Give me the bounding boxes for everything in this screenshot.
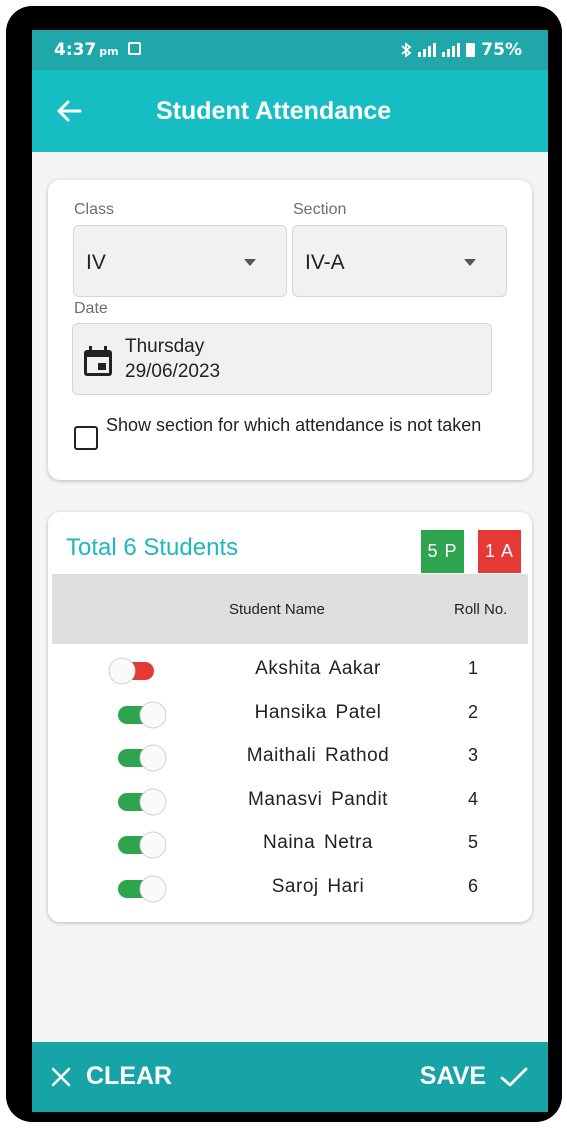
date-label: Date <box>74 300 108 317</box>
student-name: Maithali Rathod <box>246 745 390 766</box>
phone-screen: 4:37 pm 75% Student Attendance Class Sect… <box>32 30 548 1112</box>
battery-icon <box>466 43 476 57</box>
table-row: Maithali Rathod 3 <box>48 735 532 778</box>
roll-number: 4 <box>467 788 478 809</box>
section-dropdown[interactable]: IV-A <box>292 225 507 297</box>
header-roll-no: Roll No. <box>454 601 508 618</box>
chevron-down-icon <box>244 259 256 266</box>
calendar-icon <box>84 346 112 376</box>
table-row: Hansika Patel 2 <box>48 692 532 735</box>
signal-icon <box>418 43 437 57</box>
date-picker[interactable]: Thursday 29/06/2023 <box>72 323 492 395</box>
app-bar: Student Attendance <box>32 70 548 152</box>
class-label: Class <box>74 201 115 218</box>
battery-percent: 75% <box>481 40 522 60</box>
save-label: SAVE <box>419 1062 486 1090</box>
check-icon <box>500 1067 528 1086</box>
save-button[interactable]: SAVE <box>420 1062 528 1091</box>
student-name: Naina Netra <box>263 832 373 853</box>
signal-icon-2 <box>442 43 461 57</box>
students-card: Total 6 Students 5 P 1 A Student Name Ro… <box>48 512 532 922</box>
table-row: Akshita Aakar 1 <box>48 648 532 691</box>
student-name: Hansika Patel <box>254 701 382 723</box>
section-label: Section <box>293 201 347 218</box>
filter-card: Class Section IV IV-A Date Thursday 29/0… <box>48 180 532 480</box>
roll-number: 2 <box>467 701 478 722</box>
class-value: IV <box>86 251 106 274</box>
class-dropdown[interactable]: IV <box>73 225 287 297</box>
status-bar: 4:37 pm 75% <box>32 30 548 70</box>
present-count-badge: 5 P <box>421 530 464 573</box>
absent-count-badge: 1 A <box>478 530 521 573</box>
status-right: 75% <box>400 40 522 60</box>
roll-number: 3 <box>467 745 478 765</box>
table-row: Naina Netra 5 <box>48 822 532 865</box>
status-time: 4:37 pm <box>54 40 119 60</box>
table-row: Manasvi Pandit 4 <box>48 779 532 822</box>
chevron-down-icon <box>464 259 476 266</box>
page-title: Student Attendance <box>156 97 392 125</box>
student-name: Akshita Aakar <box>255 658 381 679</box>
table-row: Saroj Hari 6 <box>48 866 532 909</box>
bottom-bar: CLEAR SAVE <box>32 1042 548 1112</box>
back-arrow-icon[interactable] <box>54 96 84 126</box>
date-day: Thursday <box>125 336 205 357</box>
clear-button[interactable]: CLEAR <box>50 1062 172 1091</box>
student-name: Manasvi Pandit <box>248 788 388 810</box>
checkbox-label: Show section for which attendance is not… <box>106 415 482 435</box>
phone-frame: 4:37 pm 75% Student Attendance Class Sect… <box>6 6 562 1122</box>
show-untaken-checkbox[interactable] <box>74 426 98 450</box>
roll-number: 6 <box>467 875 478 896</box>
total-students: Total 6 Students <box>66 534 239 561</box>
header-student-name: Student Name <box>229 601 325 618</box>
table-header: Student Name Roll No. <box>52 574 528 644</box>
close-icon <box>51 1067 71 1086</box>
student-name: Saroj Hari <box>271 875 365 897</box>
bluetooth-icon <box>401 42 412 58</box>
roll-number: 1 <box>467 658 478 678</box>
section-value: IV-A <box>305 251 345 274</box>
roll-number: 5 <box>467 832 478 852</box>
date-value: 29/06/2023 <box>125 361 221 382</box>
notification-icon <box>128 42 141 55</box>
clear-label: CLEAR <box>86 1062 173 1090</box>
